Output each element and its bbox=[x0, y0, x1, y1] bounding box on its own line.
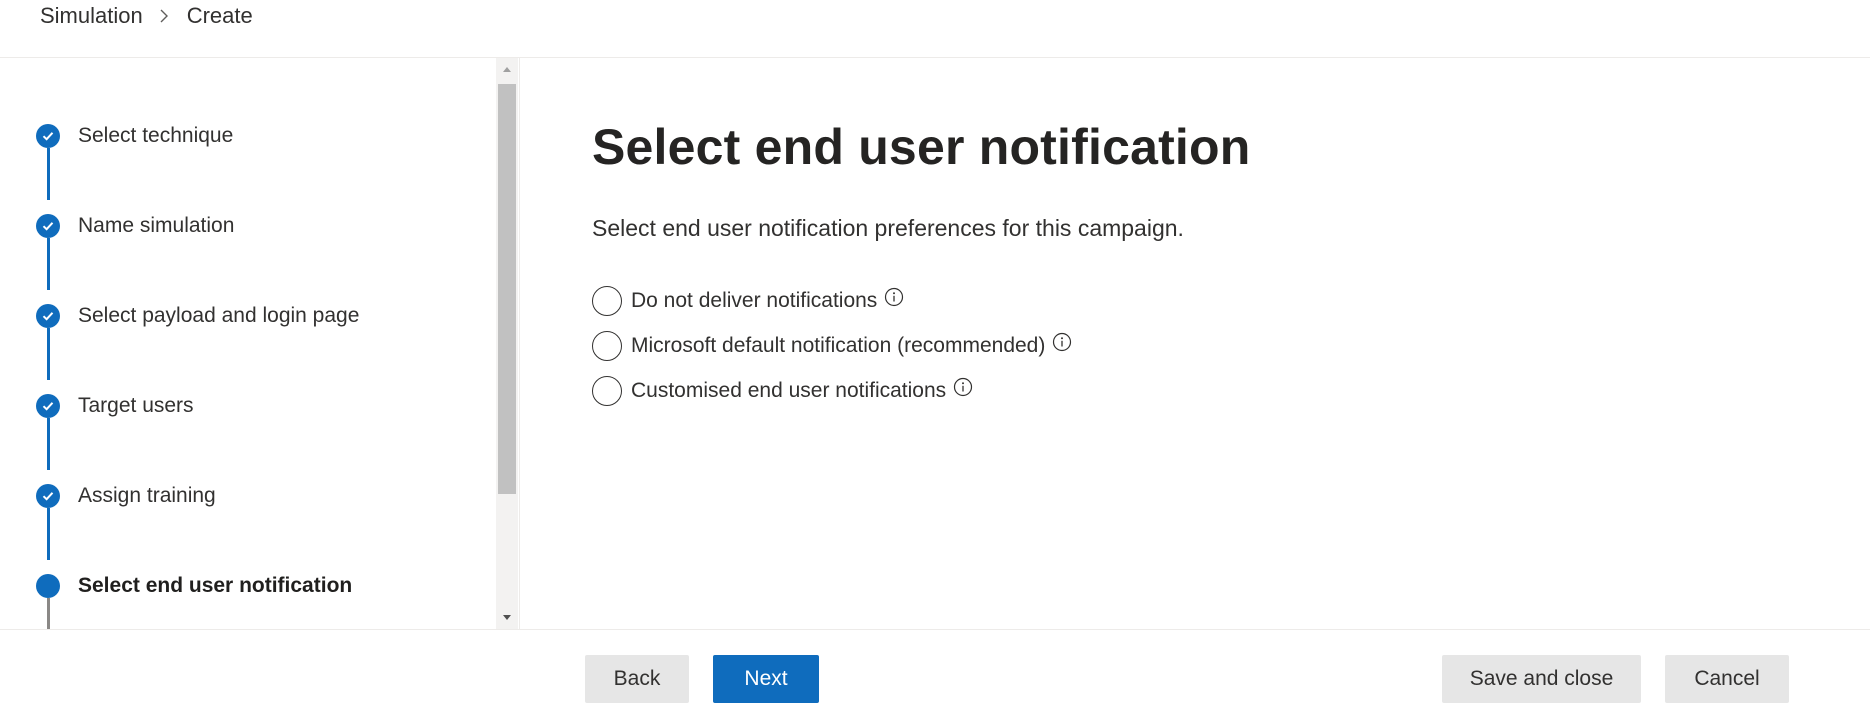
info-icon[interactable] bbox=[953, 377, 973, 397]
save-and-close-button[interactable]: Save and close bbox=[1442, 655, 1641, 703]
wizard-steps-panel: Select technique Name simulation Select … bbox=[0, 58, 496, 629]
info-icon[interactable] bbox=[1052, 332, 1072, 352]
current-step-dot-icon bbox=[36, 574, 60, 598]
page-title: Select end user notification bbox=[592, 119, 1251, 175]
step-label: Name simulation bbox=[78, 214, 235, 237]
step-connector bbox=[47, 508, 50, 560]
step-label: Target users bbox=[78, 394, 194, 417]
checkmark-icon bbox=[36, 304, 60, 328]
radio-label: Microsoft default notification (recommen… bbox=[631, 334, 1046, 357]
checkmark-icon bbox=[36, 484, 60, 508]
checkmark-icon bbox=[36, 124, 60, 148]
step-label: Assign training bbox=[78, 484, 216, 507]
cancel-button[interactable]: Cancel bbox=[1665, 655, 1789, 703]
chevron-right-icon bbox=[159, 8, 169, 24]
checkmark-icon bbox=[36, 394, 60, 418]
panel-divider bbox=[519, 58, 520, 629]
step-connector bbox=[47, 418, 50, 470]
radio-label: Customised end user notifications bbox=[631, 379, 947, 402]
next-button[interactable]: Next bbox=[713, 655, 819, 703]
checkmark-icon bbox=[36, 214, 60, 238]
caret-down-icon[interactable] bbox=[496, 607, 518, 629]
radio-button[interactable] bbox=[592, 376, 622, 406]
scrollbar-thumb[interactable] bbox=[498, 84, 516, 494]
step-label: Select technique bbox=[78, 124, 234, 147]
footer-divider bbox=[0, 629, 1870, 630]
page-description: Select end user notification preferences… bbox=[592, 215, 1184, 241]
step-label: Select end user notification bbox=[78, 574, 353, 597]
step-label: Select payload and login page bbox=[78, 304, 360, 327]
radio-do-not-deliver[interactable]: Do not deliver notifications bbox=[592, 285, 904, 317]
breadcrumb-item-simulation[interactable]: Simulation bbox=[40, 3, 143, 29]
radio-microsoft-default[interactable]: Microsoft default notification (recommen… bbox=[592, 330, 1072, 362]
breadcrumb: Simulation Create bbox=[40, 0, 253, 32]
step-connector bbox=[47, 238, 50, 290]
sidebar-scrollbar[interactable] bbox=[496, 58, 518, 629]
radio-button[interactable] bbox=[592, 331, 622, 361]
step-connector bbox=[47, 598, 50, 629]
radio-label: Do not deliver notifications bbox=[631, 289, 878, 312]
breadcrumb-item-create: Create bbox=[186, 3, 253, 28]
caret-up-icon[interactable] bbox=[496, 58, 518, 80]
radio-button[interactable] bbox=[592, 286, 622, 316]
back-button[interactable]: Back bbox=[585, 655, 689, 703]
step-connector bbox=[47, 328, 50, 380]
info-icon[interactable] bbox=[884, 287, 904, 307]
step-connector bbox=[47, 148, 50, 200]
radio-customised[interactable]: Customised end user notifications bbox=[592, 375, 973, 407]
